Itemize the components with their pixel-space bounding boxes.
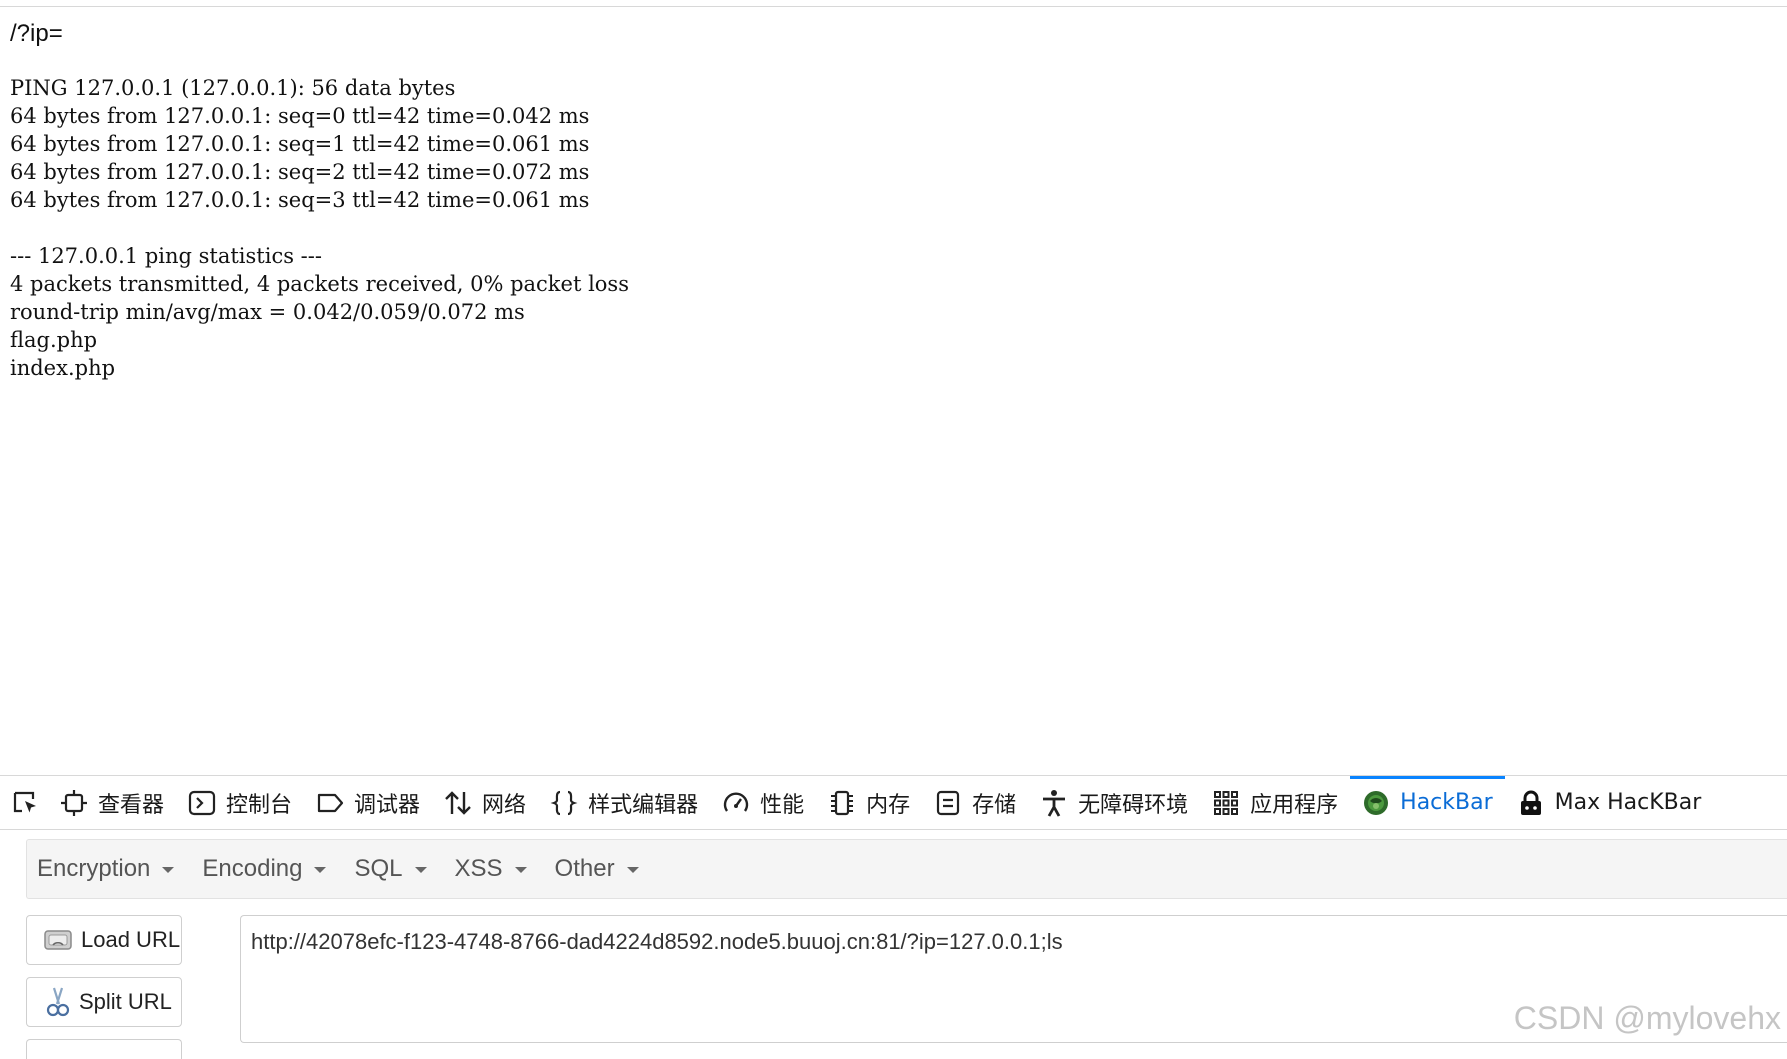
caret-down-icon [314,867,327,873]
split-url-label: Split URL [79,989,172,1014]
tab-label: 应用程序 [1250,792,1339,818]
tab-max-hackbar[interactable]: Max HacKBar [1505,776,1714,829]
tab-performance[interactable]: 性能 [710,776,816,829]
performance-icon [723,791,749,812]
tab-label: 内存 [866,792,911,818]
max-hackbar-icon [1520,790,1541,815]
devtools-tabbar: 查看器 控制台 调试器 网络 样式编辑器 性能 内存 存储 无障碍环境 应用程序… [0,776,1787,830]
tab-label: 无障碍环境 [1078,792,1189,818]
menu-label: Encryption [37,855,151,882]
tab-storage[interactable]: 存储 [922,776,1028,829]
caret-down-icon [414,867,427,873]
tab-label: 存储 [972,792,1017,818]
output-line: PING 127.0.0.1 (127.0.0.1): 56 data byte… [10,76,456,100]
output-line: --- 127.0.0.1 ping statistics --- [10,244,322,268]
debugger-icon [317,793,344,812]
menu-xss[interactable]: XSS [445,855,545,883]
tab-label: 控制台 [226,792,293,818]
menu-encoding[interactable]: Encoding [192,855,344,883]
tab-label: Max HacKBar [1554,790,1702,815]
storage-icon [937,790,960,815]
menu-label: XSS [454,855,503,882]
output-line: 64 bytes from 127.0.0.1: seq=3 ttl=42 ti… [10,188,590,212]
top-divider [0,6,1787,7]
load-url-button[interactable]: Load URL [26,915,182,965]
output-line: 64 bytes from 127.0.0.1: seq=0 ttl=42 ti… [10,104,590,128]
load-url-label: Load URL [81,927,181,952]
watermark: CSDN @mylovehx [1513,1000,1781,1036]
devtools-panel: 查看器 控制台 调试器 网络 样式编辑器 性能 内存 存储 无障碍环境 应用程序… [0,775,1787,1059]
application-icon [1214,790,1239,815]
tab-console[interactable]: 控制台 [176,776,304,829]
menu-label: SQL [354,855,403,882]
execute-button[interactable] [26,1039,182,1059]
page-query-text: /?ip= [10,20,63,47]
tab-network[interactable]: 网络 [432,776,538,829]
menu-label: Other [554,855,615,882]
network-icon [445,790,471,815]
ping-output: PING 127.0.0.1 (127.0.0.1): 56 data byte… [10,74,629,382]
tab-debugger[interactable]: 调试器 [304,776,432,829]
hackbar-menu: Encryption Encoding SQL XSS Other [26,839,1787,899]
tab-label: 网络 [482,792,527,818]
element-picker-icon[interactable] [12,789,40,817]
console-icon [188,790,216,815]
menu-encryption[interactable]: Encryption [27,855,192,883]
hackbar-icon [1364,790,1389,815]
load-url-icon [44,930,72,950]
inspector-icon [61,789,87,816]
memory-icon [831,790,854,815]
tab-label: 查看器 [98,792,165,818]
menu-sql[interactable]: SQL [344,855,444,883]
tab-application[interactable]: 应用程序 [1200,776,1350,829]
tab-inspector[interactable]: 查看器 [48,776,176,829]
output-line: 64 bytes from 127.0.0.1: seq=2 ttl=42 ti… [10,160,590,184]
caret-down-icon [162,867,175,873]
tab-accessibility[interactable]: 无障碍环境 [1028,776,1200,829]
tab-style-editor[interactable]: 样式编辑器 [538,776,710,829]
caret-down-icon [626,867,639,873]
style-editor-icon [550,790,578,815]
scissors-icon [46,987,70,1017]
output-line: index.php [10,356,116,380]
accessibility-icon [1043,789,1066,817]
menu-label: Encoding [202,855,303,882]
output-line: 4 packets transmitted, 4 packets receive… [10,272,629,296]
caret-down-icon [514,867,527,873]
menu-other[interactable]: Other [545,855,657,883]
split-url-button[interactable]: Split URL [26,977,182,1027]
tab-label: HackBar [1400,790,1493,815]
tab-hackbar[interactable]: HackBar [1350,776,1506,829]
tab-label: 样式编辑器 [588,792,699,818]
output-line: round-trip min/avg/max = 0.042/0.059/0.0… [10,300,525,324]
tab-memory[interactable]: 内存 [816,776,922,829]
output-line: flag.php [10,328,98,352]
tab-label: 调试器 [354,792,421,818]
output-line: 64 bytes from 127.0.0.1: seq=1 ttl=42 ti… [10,132,590,156]
tab-label: 性能 [760,792,805,818]
